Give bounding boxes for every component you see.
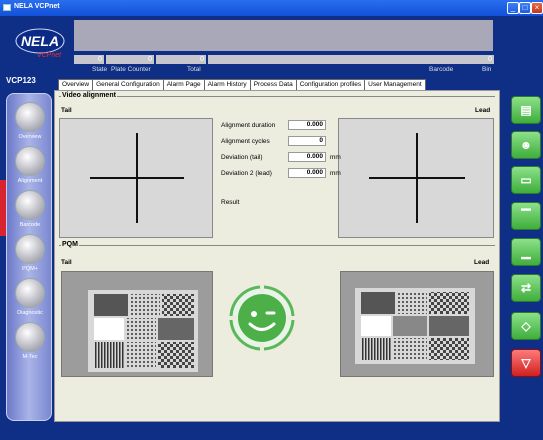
left-nav: Overview Alignment Barcode PQM+ Diagnost… bbox=[6, 93, 52, 421]
nav-mtec-label: M-Tec bbox=[22, 354, 38, 360]
app-icon bbox=[3, 4, 11, 11]
nav-overview-button[interactable] bbox=[15, 102, 45, 132]
pqm-tail-label: Tail bbox=[61, 259, 72, 266]
transfer-icon[interactable]: ⇄ bbox=[511, 274, 541, 302]
minimize-button[interactable]: _ bbox=[507, 2, 519, 14]
plate-counter-value: 0 bbox=[106, 55, 154, 64]
station-name: VCP123 bbox=[6, 76, 36, 85]
crosshair-v bbox=[136, 133, 138, 223]
header-panel bbox=[74, 20, 493, 51]
deviation-lead-value: 0.000 bbox=[288, 168, 326, 178]
nav-pqm-button[interactable] bbox=[15, 234, 45, 264]
alignment-duration-value: 0.000 bbox=[288, 120, 326, 130]
crosshair-v bbox=[416, 133, 418, 223]
window-title: NELA VCPnet bbox=[14, 3, 60, 10]
nav-alignment-label: Alignment bbox=[17, 178, 43, 184]
group-border bbox=[59, 96, 495, 97]
plate-top-icon[interactable]: ▔ bbox=[511, 202, 541, 230]
maximize-button[interactable]: □ bbox=[519, 2, 531, 14]
total-value: 0 bbox=[156, 55, 206, 64]
result-label: Result bbox=[221, 199, 240, 206]
lead-label: Lead bbox=[475, 107, 491, 114]
deviation-lead-label: Deviation 2 (lead) bbox=[221, 170, 272, 177]
start-icon[interactable]: ◇ bbox=[511, 312, 541, 340]
ok-smiley-icon bbox=[229, 285, 295, 351]
deviation-tail-label: Deviation (tail) bbox=[221, 154, 263, 161]
deviation-tail-unit: mm bbox=[330, 154, 341, 161]
alignment-duration-label: Alignment duration bbox=[221, 122, 276, 129]
title-bar: NELA VCPnet _ □ × bbox=[0, 0, 543, 16]
nav-barcode-label: Barcode bbox=[19, 222, 41, 228]
barcode-label: Barcode bbox=[429, 66, 454, 73]
plate-bottom-icon[interactable]: ▁ bbox=[511, 238, 541, 266]
nav-overview-label: Overview bbox=[18, 134, 42, 140]
deviation-lead-unit: mm bbox=[330, 170, 341, 177]
video-alignment-title: Video alignment bbox=[61, 92, 117, 99]
stop-icon[interactable]: ▽ bbox=[511, 349, 541, 377]
pqm-lead-label: Lead bbox=[474, 259, 490, 266]
logo-subtext: VCPnet bbox=[37, 52, 62, 59]
overview-panel: Video alignment Tail Lead Alignment dura… bbox=[54, 90, 500, 422]
id-card-icon[interactable]: ▤ bbox=[511, 96, 541, 124]
pqm-title: PQM bbox=[61, 241, 79, 248]
app-window: NELA VCPnet _ □ × NELA VCPnet 0 0 0 0 St… bbox=[0, 0, 543, 440]
close-button[interactable]: × bbox=[531, 2, 543, 14]
deviation-tail-value: 0.000 bbox=[288, 152, 326, 162]
lead-pqm-image bbox=[340, 271, 494, 377]
printer-icon[interactable]: ▭ bbox=[511, 166, 541, 194]
bin-label: Bin bbox=[482, 66, 492, 73]
total-label: Total bbox=[187, 66, 201, 73]
logo-text: NELA bbox=[21, 33, 59, 49]
nav-diagnostic-label: Diagnostic bbox=[17, 310, 43, 316]
tail-camera-view bbox=[59, 118, 213, 238]
nav-barcode-button[interactable] bbox=[15, 190, 45, 220]
state-value: 0 bbox=[74, 55, 104, 64]
nav-alignment-button[interactable] bbox=[15, 146, 45, 176]
users-icon[interactable]: ☻ bbox=[511, 131, 541, 159]
tail-pqm-image bbox=[61, 271, 213, 377]
state-label: State bbox=[92, 66, 108, 73]
lead-camera-view bbox=[338, 118, 494, 238]
alignment-cycles-label: Alignment cycles bbox=[221, 138, 270, 145]
nav-diagnostic-button[interactable] bbox=[15, 278, 45, 308]
nav-mtec-button[interactable] bbox=[15, 322, 45, 352]
nav-pqm-label: PQM+ bbox=[22, 266, 38, 272]
group-border bbox=[59, 245, 495, 246]
barcode-value: 0 bbox=[208, 55, 494, 64]
alignment-cycles-value: 0 bbox=[288, 136, 326, 146]
plate-counter-label: Plate Counter bbox=[111, 66, 151, 73]
tail-label: Tail bbox=[61, 107, 72, 114]
nela-logo: NELA VCPnet bbox=[14, 26, 66, 60]
